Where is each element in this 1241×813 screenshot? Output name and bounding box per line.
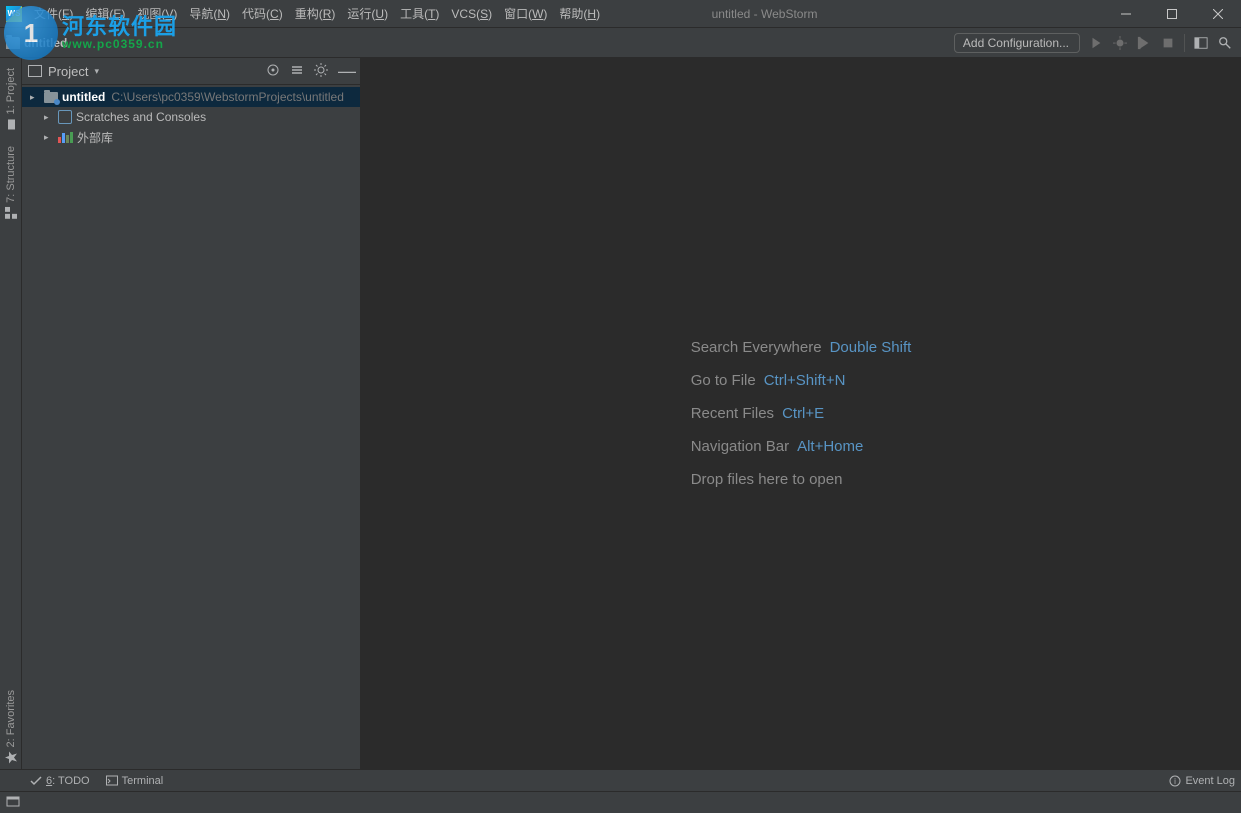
- hint-label: Search Everywhere: [691, 339, 822, 356]
- tree-root-name: untitled: [62, 90, 105, 104]
- menu-refactor[interactable]: 重构(R): [289, 1, 342, 26]
- hint-label: Navigation Bar: [691, 438, 789, 455]
- gutter-structure-label: 7: Structure: [5, 146, 17, 203]
- project-tool-title[interactable]: Project ▾: [28, 64, 99, 79]
- main-area: 1: Project 7: Structure 2: Favorites Pro…: [0, 58, 1241, 769]
- project-tool-title-label: Project: [48, 64, 88, 79]
- menu-code[interactable]: 代码(C): [236, 1, 289, 26]
- event-log-label: Event Log: [1185, 775, 1235, 787]
- gutter-favorites-button[interactable]: 2: Favorites: [3, 684, 19, 769]
- app-icon: WS: [6, 6, 22, 22]
- project-tree: ▸ untitled C:\Users\pc0359\WebstormProje…: [22, 85, 360, 149]
- nav-toolbar: untitled Add Configuration...: [0, 28, 1241, 58]
- tree-external-libs-row[interactable]: ▸ 外部库: [22, 127, 360, 147]
- bottom-todo-label: 6: TODO: [46, 775, 90, 787]
- menu-help[interactable]: 帮助(H): [553, 1, 606, 26]
- close-button[interactable]: [1195, 0, 1241, 28]
- hint-navigation-bar: Navigation Bar Alt+Home: [691, 438, 912, 455]
- left-tool-gutter: 1: Project 7: Structure 2: Favorites: [0, 58, 22, 769]
- minimize-button[interactable]: [1103, 0, 1149, 28]
- menu-vcs[interactable]: VCS(S): [445, 3, 498, 25]
- collapse-all-icon[interactable]: [290, 63, 304, 80]
- hint-label: Go to File: [691, 372, 756, 389]
- hint-shortcut: Ctrl+Shift+N: [764, 372, 846, 389]
- menu-navigate[interactable]: 导航(N): [183, 1, 236, 26]
- gutter-project-button[interactable]: 1: Project: [3, 62, 19, 136]
- chevron-right-icon: ▸: [44, 132, 54, 143]
- bottom-terminal-button[interactable]: Terminal: [106, 775, 164, 787]
- menu-run[interactable]: 运行(U): [341, 1, 394, 26]
- status-bar: [0, 791, 1241, 813]
- project-view-icon: [28, 65, 42, 77]
- hint-search-everywhere: Search Everywhere Double Shift: [691, 339, 912, 356]
- hint-label: Drop files here to open: [691, 471, 843, 488]
- hint-shortcut: Alt+Home: [797, 438, 863, 455]
- stop-icon[interactable]: [1160, 35, 1176, 51]
- gutter-structure-button[interactable]: 7: Structure: [3, 140, 19, 225]
- hint-drop-files: Drop files here to open: [691, 471, 912, 488]
- locate-icon[interactable]: [266, 63, 280, 80]
- editor-area[interactable]: Search Everywhere Double Shift Go to Fil…: [361, 58, 1241, 769]
- tree-scratches-row[interactable]: ▸ Scratches and Consoles: [22, 107, 360, 127]
- folder-icon: [6, 37, 20, 49]
- menu-file[interactable]: 文件(F): [28, 1, 79, 26]
- hint-go-to-file: Go to File Ctrl+Shift+N: [691, 372, 912, 389]
- project-tool-header: Project ▾ —: [22, 58, 360, 85]
- bottom-todo-button[interactable]: 6: TODO: [30, 775, 90, 787]
- tree-external-libs-label: 外部库: [77, 129, 113, 146]
- title-bar: WS 文件(F) 编辑(E) 视图(V) 导航(N) 代码(C) 重构(R) 运…: [0, 0, 1241, 28]
- chevron-right-icon: ▸: [30, 92, 40, 103]
- event-log-button[interactable]: i Event Log: [1169, 775, 1235, 787]
- hint-shortcut: Ctrl+E: [782, 405, 824, 422]
- tree-scratches-label: Scratches and Consoles: [76, 110, 206, 124]
- toolbar-divider: [1184, 34, 1185, 52]
- library-icon: [58, 131, 73, 143]
- breadcrumb[interactable]: untitled: [0, 36, 67, 50]
- editor-empty-hints: Search Everywhere Double Shift Go to Fil…: [691, 339, 912, 488]
- bottom-terminal-label: Terminal: [122, 775, 164, 787]
- menu-edit[interactable]: 编辑(E): [79, 1, 131, 26]
- run-icon[interactable]: [1088, 35, 1104, 51]
- menu-view[interactable]: 视图(V): [131, 1, 183, 26]
- window-controls: [1103, 0, 1241, 28]
- maximize-button[interactable]: [1149, 0, 1195, 28]
- scratches-icon: [58, 110, 72, 124]
- tree-root-row[interactable]: ▸ untitled C:\Users\pc0359\WebstormProje…: [22, 87, 360, 107]
- settings-icon[interactable]: [314, 63, 328, 80]
- hint-shortcut: Double Shift: [830, 339, 912, 356]
- run-coverage-icon[interactable]: [1136, 35, 1152, 51]
- breadcrumb-root: untitled: [24, 36, 67, 50]
- project-tool-window: Project ▾ — ▸ untitled C:\Users\pc0359\W…: [22, 58, 361, 769]
- chevron-right-icon: ▸: [44, 112, 54, 123]
- toolbar-right: Add Configuration...: [954, 33, 1241, 53]
- hint-recent-files: Recent Files Ctrl+E: [691, 405, 912, 422]
- menu-bar: 文件(F) 编辑(E) 视图(V) 导航(N) 代码(C) 重构(R) 运行(U…: [28, 1, 606, 26]
- svg-text:i: i: [1175, 777, 1177, 786]
- layout-icon[interactable]: [1193, 35, 1209, 51]
- project-header-actions: —: [266, 63, 356, 80]
- menu-window[interactable]: 窗口(W): [498, 1, 553, 26]
- search-everywhere-icon[interactable]: [1217, 35, 1233, 51]
- gutter-project-label: 1: Project: [5, 68, 17, 114]
- add-configuration-label: Add Configuration...: [963, 36, 1069, 50]
- menu-tools[interactable]: 工具(T): [394, 1, 445, 26]
- folder-icon: [44, 92, 58, 103]
- gutter-favorites-label: 2: Favorites: [5, 690, 17, 747]
- dropdown-icon: ▾: [94, 66, 99, 77]
- add-configuration-button[interactable]: Add Configuration...: [954, 33, 1080, 53]
- debug-icon[interactable]: [1112, 35, 1128, 51]
- hide-tool-icon[interactable]: —: [338, 66, 356, 76]
- tree-root-path: C:\Users\pc0359\WebstormProjects\untitle…: [111, 90, 344, 104]
- windows-tool-icon[interactable]: [6, 794, 20, 811]
- hint-label: Recent Files: [691, 405, 774, 422]
- bottom-tool-bar: 6: TODO Terminal i Event Log: [0, 769, 1241, 791]
